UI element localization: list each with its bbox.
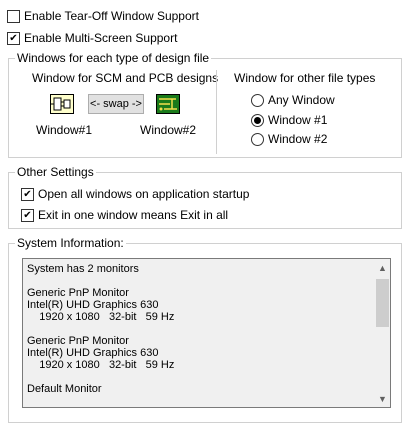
group-title: System Information: (15, 236, 126, 250)
radio-circle[interactable] (251, 132, 264, 146)
checkbox-box[interactable] (7, 31, 20, 45)
system-info-line: 1920 x 1080 32-bit 59 Hz (27, 311, 175, 323)
system-info-line (27, 371, 372, 383)
pcb-icon[interactable] (156, 94, 180, 114)
checkbox-box[interactable] (21, 208, 34, 222)
checkbox-label: Open all windows on application startup (38, 187, 250, 201)
group-title: Other Settings (15, 165, 96, 179)
scroll-down-icon[interactable]: ▼ (374, 390, 390, 407)
other-types-label: Window for other file types (234, 71, 376, 85)
scroll-up-icon[interactable]: ▲ (374, 259, 390, 276)
system-info-text: System has 2 monitors Generic PnP Monitor… (27, 263, 372, 395)
swap-button[interactable]: <- swap -> (88, 94, 144, 114)
enable-tearoff-checkbox[interactable]: Enable Tear-Off Window Support (7, 9, 199, 23)
checkbox-label: Exit in one window means Exit in all (38, 208, 229, 222)
system-info-listbox[interactable]: System has 2 monitors Generic PnP Monitor… (22, 258, 391, 408)
system-info-line (27, 275, 372, 287)
radio-label: Window #1 (268, 113, 328, 127)
system-info-line: System has 2 monitors (27, 263, 139, 275)
radio-label: Window #2 (268, 132, 328, 146)
checkbox-label: Enable Multi-Screen Support (24, 31, 178, 45)
vertical-scrollbar[interactable]: ▲ ▼ (373, 259, 390, 407)
checkbox-label: Enable Tear-Off Window Support (24, 9, 199, 23)
checkbox-box[interactable] (21, 187, 34, 201)
group-title: Windows for each type of design file (15, 51, 212, 65)
system-info-line: 1920 x 1080 32-bit 59 Hz (27, 359, 175, 371)
checkbox-box[interactable] (7, 9, 20, 23)
radio-circle[interactable] (251, 113, 264, 127)
window2-label: Window#2 (140, 123, 197, 137)
scroll-thumb[interactable] (376, 279, 389, 327)
scm-pcb-label: Window for SCM and PCB designs (32, 71, 219, 85)
system-info-line: Default Monitor (27, 383, 102, 395)
radio-circle[interactable] (251, 93, 264, 107)
system-info-line (27, 323, 372, 335)
system-info-line: Generic PnP Monitor (27, 287, 129, 299)
enable-multiscreen-checkbox[interactable]: Enable Multi-Screen Support (7, 31, 177, 45)
radio-window-1[interactable]: Window #1 (251, 113, 327, 127)
schematic-icon[interactable] (50, 94, 74, 114)
system-info-line: Generic PnP Monitor (27, 335, 129, 347)
exit-all-checkbox[interactable]: Exit in one window means Exit in all (21, 208, 228, 222)
window1-label: Window#1 (36, 123, 93, 137)
radio-any-window[interactable]: Any Window (251, 93, 335, 107)
radio-label: Any Window (268, 93, 335, 107)
system-info-line: Intel(R) UHD Graphics 630 (27, 347, 159, 359)
system-info-line: Intel(R) UHD Graphics 630 (27, 299, 159, 311)
open-all-windows-checkbox[interactable]: Open all windows on application startup (21, 187, 249, 201)
radio-window-2[interactable]: Window #2 (251, 132, 327, 146)
group-divider (216, 70, 217, 154)
